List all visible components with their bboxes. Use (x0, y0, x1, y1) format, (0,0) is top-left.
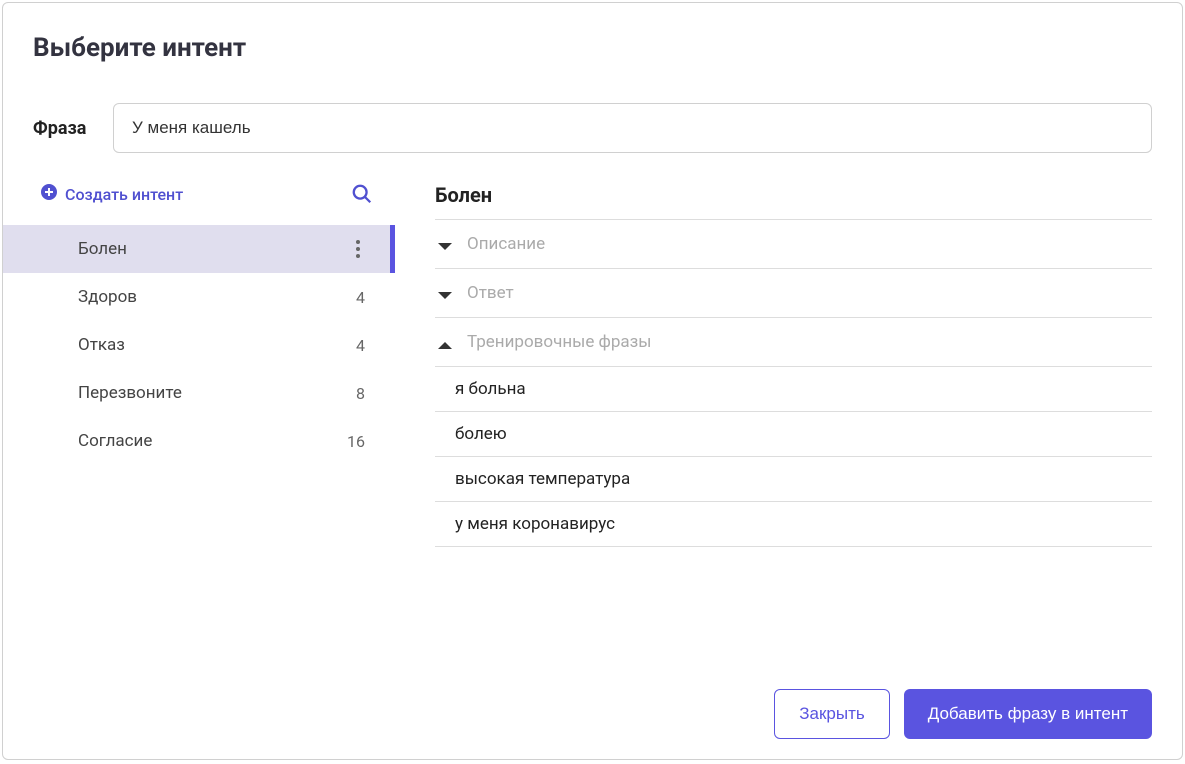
add-phrase-button[interactable]: Добавить фразу в интент (904, 689, 1152, 739)
intent-item-perezvonite[interactable]: Перезвоните 8 (3, 369, 395, 417)
chevron-down-icon (437, 287, 453, 299)
intent-count: 4 (356, 336, 373, 355)
chevron-down-icon (437, 238, 453, 250)
intent-list: Болен Здоров 4 Отказ 4 Перезвоните 8 Сог… (3, 225, 395, 465)
modal-title: Выберите интент (33, 33, 1152, 63)
training-phrase[interactable]: высокая температура (435, 457, 1152, 502)
create-intent-label: Создать интент (65, 185, 183, 204)
intent-count: 4 (356, 288, 373, 307)
chevron-up-icon (437, 336, 453, 348)
create-intent-button[interactable]: Создать интент (41, 184, 183, 204)
intent-item-soglasie[interactable]: Согласие 16 (3, 417, 395, 465)
training-phrase[interactable]: болею (435, 412, 1152, 457)
detail-title: Болен (435, 183, 1152, 220)
section-training[interactable]: Тренировочные фразы (435, 318, 1152, 367)
intent-detail-panel: Болен Описание Ответ Тренировочные фразы (395, 173, 1152, 669)
intent-item-zdorov[interactable]: Здоров 4 (3, 273, 395, 321)
close-button[interactable]: Закрыть (774, 689, 889, 739)
plus-circle-icon (41, 184, 57, 204)
intent-name: Здоров (78, 287, 137, 307)
modal-footer: Закрыть Добавить фразу в интент (3, 669, 1182, 759)
search-icon[interactable] (351, 183, 373, 205)
section-label: Ответ (467, 283, 514, 303)
intent-name: Отказ (78, 335, 125, 355)
intent-item-bolen[interactable]: Болен (3, 225, 395, 273)
more-icon[interactable] (349, 240, 367, 258)
modal-header: Выберите интент (3, 3, 1182, 83)
sidebar-top: Создать интент (3, 173, 395, 215)
phrase-input[interactable] (113, 103, 1152, 153)
section-label: Описание (467, 234, 545, 254)
intent-count: 8 (356, 384, 373, 403)
training-phrase[interactable]: я больна (435, 367, 1152, 412)
intent-count: 16 (347, 432, 373, 451)
section-description[interactable]: Описание (435, 220, 1152, 269)
intent-name: Согласие (78, 431, 152, 451)
intent-name: Перезвоните (78, 383, 182, 403)
training-phrase[interactable]: у меня коронавирус (435, 502, 1152, 547)
intent-sidebar: Создать интент Болен Здоров 4 Отказ 4 (3, 173, 395, 669)
intent-item-otkaz[interactable]: Отказ 4 (3, 321, 395, 369)
phrase-label: Фраза (33, 118, 93, 139)
content-area: Создать интент Болен Здоров 4 Отказ 4 (3, 173, 1182, 669)
section-label: Тренировочные фразы (467, 332, 652, 352)
phrase-row: Фраза (3, 83, 1182, 173)
section-answer[interactable]: Ответ (435, 269, 1152, 318)
select-intent-modal: Выберите интент Фраза Создать интент Бо (2, 2, 1183, 760)
intent-name: Болен (78, 239, 127, 259)
